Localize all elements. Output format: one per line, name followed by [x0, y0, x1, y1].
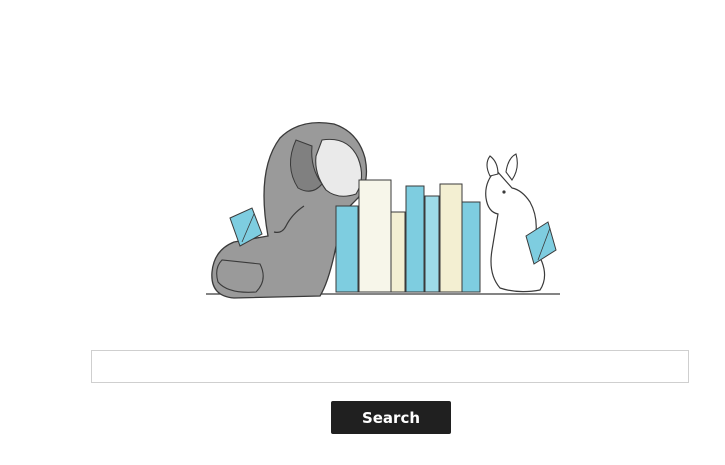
book-5 — [424, 195, 440, 293]
book-2 — [358, 179, 392, 293]
book-6 — [439, 183, 463, 293]
book-3 — [390, 211, 406, 293]
page: Search — [0, 0, 725, 465]
bunny-ear-left — [486, 155, 499, 177]
bunny-figure — [485, 153, 557, 293]
search-input[interactable] — [91, 350, 689, 383]
book-1 — [335, 205, 359, 293]
book-7 — [461, 201, 481, 293]
bunny-ear-right — [505, 153, 518, 181]
bookend-illustration — [206, 121, 560, 299]
search-button[interactable]: Search — [331, 401, 451, 434]
book-4 — [405, 185, 425, 293]
